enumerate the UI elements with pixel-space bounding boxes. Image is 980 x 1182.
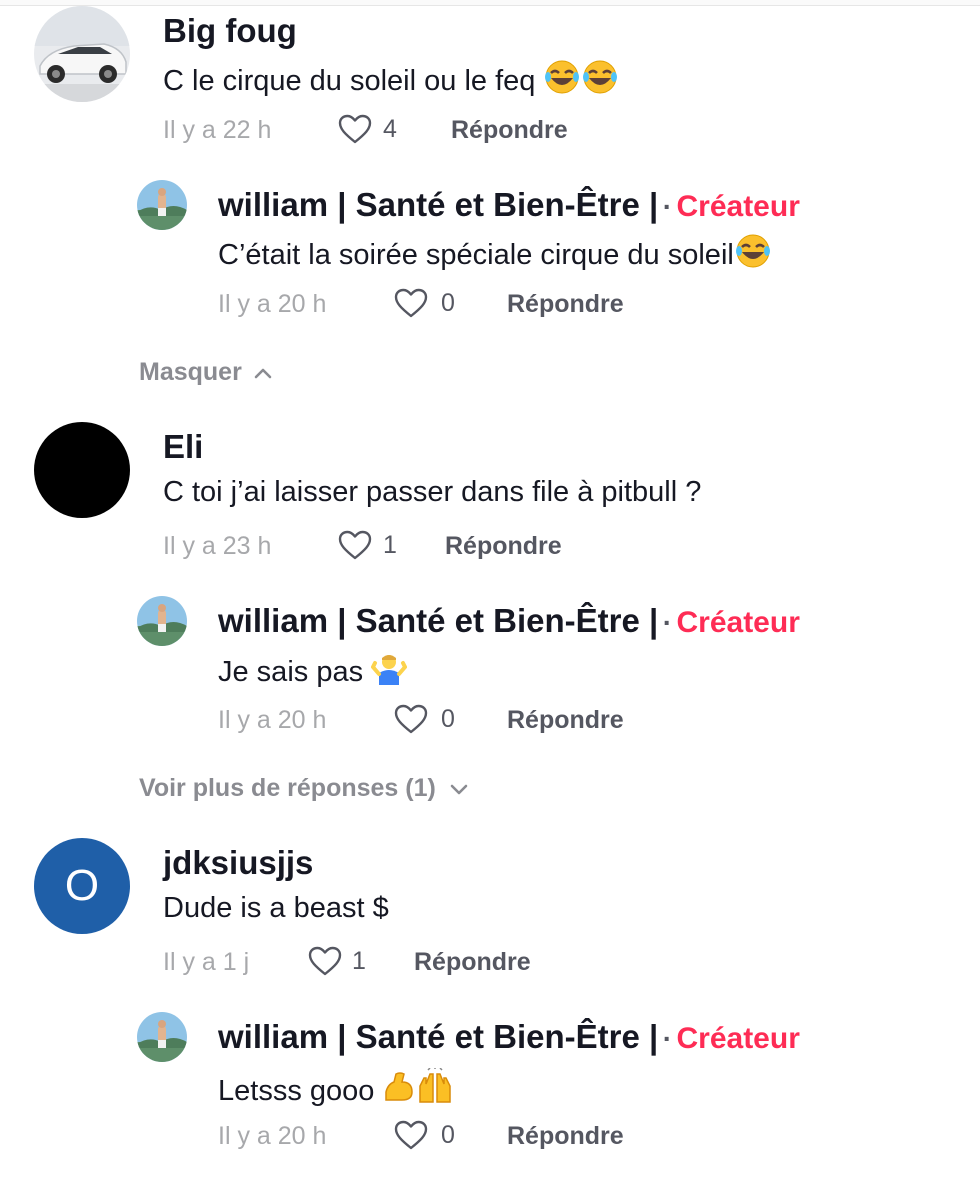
- raising-hands-emoji-icon: [416, 1067, 454, 1110]
- reply-text-content: Letsss gooo: [218, 1075, 375, 1107]
- laughing-emoji-icon: [734, 234, 772, 274]
- creator-badge: Créateur: [676, 1022, 800, 1055]
- reply-button[interactable]: Répondre: [451, 118, 568, 143]
- chevron-up-icon: [254, 368, 272, 378]
- comment-text: C toi j’ai laisser passer dans file à pi…: [163, 476, 702, 508]
- like-count: 0: [441, 705, 455, 733]
- reply-button[interactable]: Répondre: [445, 534, 562, 559]
- like-count: 4: [383, 115, 397, 143]
- comment-timestamp: Il y a 23 h: [163, 532, 272, 560]
- flexed-biceps-emoji-icon: [382, 1070, 416, 1110]
- avatar[interactable]: [137, 596, 187, 646]
- reply-text: C’était la soirée spéciale cirque du sol…: [218, 234, 772, 274]
- reply-username[interactable]: william | Santé et Bien-Être |: [218, 1018, 658, 1055]
- heart-icon[interactable]: [393, 703, 429, 735]
- avatar[interactable]: O: [34, 838, 130, 934]
- avatar[interactable]: [34, 6, 130, 102]
- shrug-emoji-icon: [370, 651, 408, 691]
- reply-username[interactable]: william | Santé et Bien-Être |: [218, 186, 658, 223]
- avatar[interactable]: [137, 1012, 187, 1062]
- separator-dot: ·: [662, 1023, 673, 1054]
- like-count: 1: [352, 947, 366, 975]
- heart-icon[interactable]: [393, 1119, 429, 1151]
- hide-replies-label: Masquer: [139, 358, 242, 386]
- heart-icon[interactable]: [337, 529, 373, 561]
- reply-timestamp: Il y a 20 h: [218, 290, 327, 318]
- view-more-replies-label: Voir plus de réponses (1): [139, 774, 436, 802]
- creator-badge: Créateur: [676, 606, 800, 639]
- comment-text: Dude is a beast $: [163, 892, 389, 924]
- avatar[interactable]: [34, 422, 130, 518]
- view-more-replies-toggle[interactable]: Voir plus de réponses (1): [139, 776, 468, 801]
- reply-text-content: C’était la soirée spéciale cirque du sol…: [218, 239, 734, 271]
- reply-button[interactable]: Répondre: [507, 292, 624, 317]
- reply-header: william | Santé et Bien-Être | · Créateu…: [218, 1020, 800, 1054]
- reply-timestamp: Il y a 20 h: [218, 1122, 327, 1150]
- heart-icon[interactable]: [393, 287, 429, 319]
- avatar-letter: O: [64, 861, 100, 910]
- reply-text: Je sais pas: [218, 651, 408, 691]
- separator-dot: ·: [662, 607, 673, 638]
- heart-icon[interactable]: [307, 945, 343, 977]
- like-count: 1: [383, 531, 397, 559]
- reply-username[interactable]: william | Santé et Bien-Être |: [218, 602, 658, 639]
- reply-timestamp: Il y a 20 h: [218, 706, 327, 734]
- reply-header: william | Santé et Bien-Être | · Créateu…: [218, 604, 800, 638]
- laughing-emoji-icon: [581, 60, 619, 100]
- reply-header: william | Santé et Bien-Être | · Créateu…: [218, 188, 800, 222]
- top-divider: [0, 0, 980, 6]
- comment-username[interactable]: Eli: [163, 430, 203, 463]
- comment-timestamp: Il y a 22 h: [163, 116, 272, 144]
- like-count: 0: [441, 1121, 455, 1149]
- avatar[interactable]: [137, 180, 187, 230]
- reply-text-content: Je sais pas: [218, 656, 364, 688]
- comment-username[interactable]: jdksiusjjs: [163, 846, 313, 879]
- creator-badge: Créateur: [676, 190, 800, 223]
- reply-button[interactable]: Répondre: [507, 708, 624, 733]
- chevron-down-icon: [450, 784, 468, 794]
- reply-text: Letsss gooo: [218, 1067, 454, 1110]
- hide-replies-toggle[interactable]: Masquer: [139, 360, 272, 385]
- reply-button[interactable]: Répondre: [414, 950, 531, 975]
- laughing-emoji-icon: [543, 60, 581, 100]
- comment-text: C le cirque du soleil ou le feq: [163, 60, 619, 100]
- comment-text-content: C le cirque du soleil ou le feq: [163, 65, 536, 97]
- comment-username[interactable]: Big foug: [163, 14, 297, 47]
- heart-icon[interactable]: [337, 113, 373, 145]
- like-count: 0: [441, 289, 455, 317]
- comment-timestamp: Il y a 1 j: [163, 948, 250, 976]
- reply-button[interactable]: Répondre: [507, 1124, 624, 1149]
- separator-dot: ·: [662, 191, 673, 222]
